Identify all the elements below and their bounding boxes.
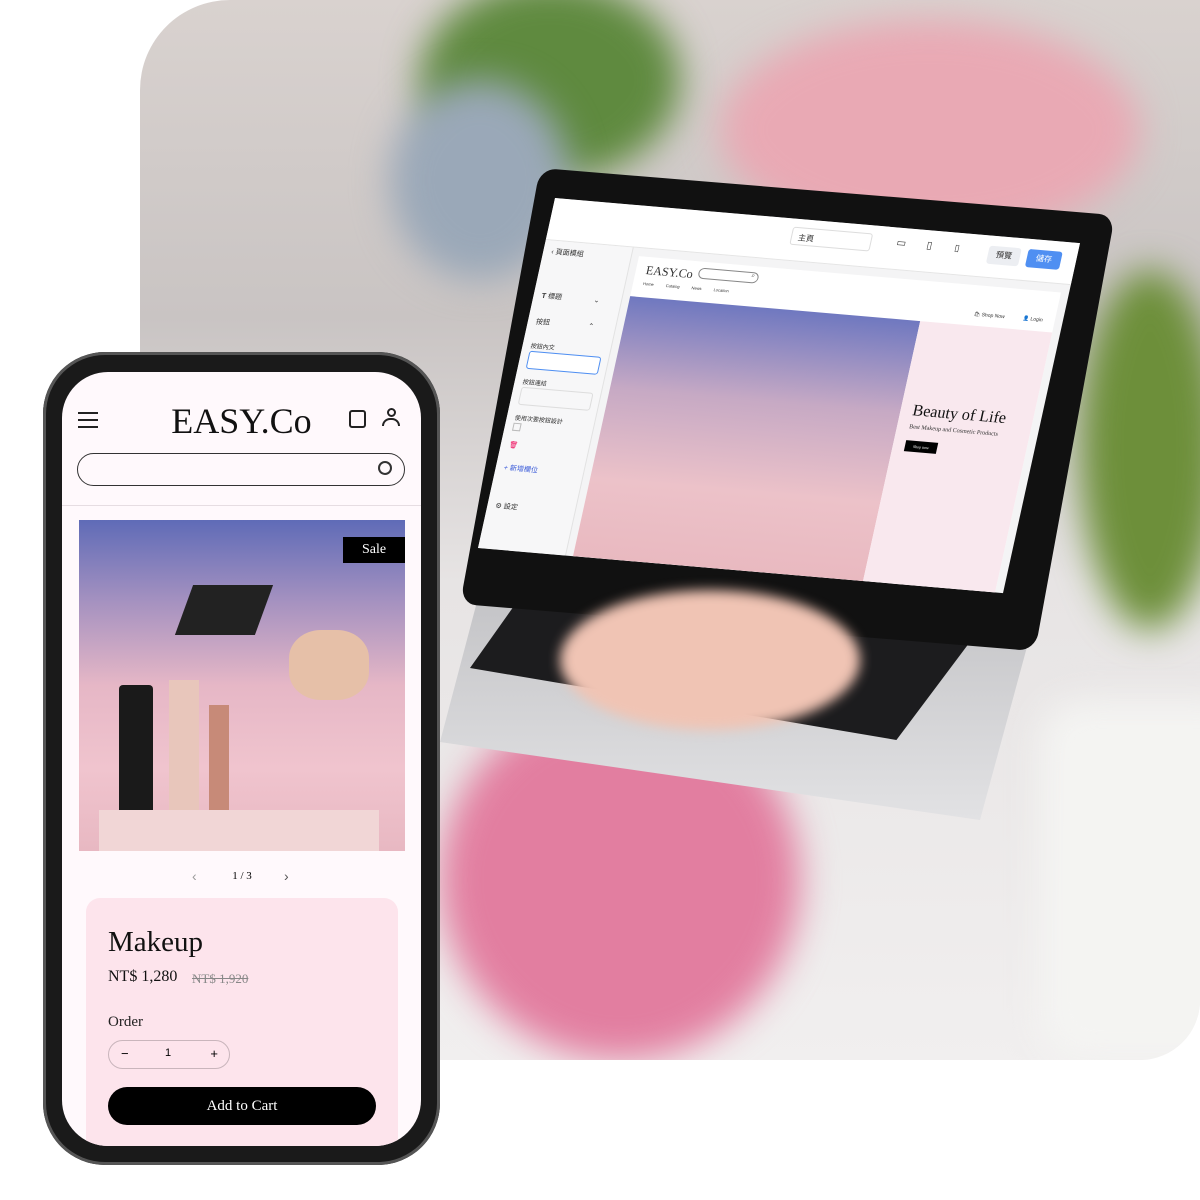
tablet-view-icon[interactable]: ▯ — [925, 240, 933, 251]
slide-counter: 1 / 3 — [232, 870, 252, 882]
save-button[interactable]: 儲存 — [1024, 248, 1063, 270]
phone-logo: EASY.Co — [171, 401, 312, 441]
mobile-view-icon[interactable]: ▯ — [953, 243, 961, 254]
product-price: NT$ 1,280 — [108, 968, 178, 985]
sidebar-item-label: 按鈕 — [535, 318, 551, 327]
mug — [1040, 700, 1200, 1060]
nav-catalog[interactable]: Catalog — [665, 283, 680, 289]
quantity-value[interactable]: 1 — [165, 1047, 171, 1059]
login-label: Login — [1029, 316, 1044, 324]
tube — [119, 685, 153, 815]
hero-title: Beauty of Life — [910, 402, 1008, 428]
shop-now-link[interactable]: 🛍 Shop Now — [973, 312, 1005, 321]
plant-right — [1080, 270, 1200, 630]
decrease-button[interactable]: − — [121, 1046, 129, 1061]
product-card: Makeup NT$ 1,280 NT$ 1,920 Order − 1 + A… — [86, 898, 398, 1146]
foundation-bottle — [169, 680, 199, 815]
site-search[interactable]: ⌕ — [697, 267, 760, 284]
secondary-style-checkbox[interactable] — [511, 422, 522, 432]
add-field-button[interactable]: + 新增欄位 — [503, 463, 539, 476]
button-text-input[interactable] — [525, 350, 602, 375]
settings-label: 設定 — [502, 503, 519, 512]
nav-news[interactable]: News — [691, 285, 702, 291]
sale-badge: Sale — [343, 537, 405, 563]
sidebar-item-label: 標題 — [547, 293, 563, 302]
compact — [174, 585, 274, 635]
increase-button[interactable]: + — [210, 1046, 218, 1061]
desktop-view-icon[interactable]: ▭ — [895, 238, 907, 250]
nav-location[interactable]: Location — [713, 287, 729, 293]
site-logo: EASY.Co — [644, 263, 695, 282]
chevron-down-icon: ⌄ — [592, 297, 601, 305]
divider — [62, 505, 421, 506]
quantity-stepper: − 1 + — [108, 1040, 230, 1069]
preview-button[interactable]: 預覽 — [985, 245, 1022, 267]
shop-now-label: Shop Now — [980, 312, 1006, 321]
sidebar-item-button[interactable]: 按鈕 ⌃ — [535, 317, 595, 332]
lipstick — [209, 705, 229, 815]
sidebar-item-title[interactable]: T 標題 ⌄ — [541, 291, 601, 306]
search-input[interactable] — [77, 453, 405, 486]
site-nav: Home Catalog News Location — [643, 281, 730, 293]
order-label: Order — [108, 1014, 143, 1030]
search-icon: ⌕ — [750, 273, 756, 280]
laptop-screen: 主頁 ▭ ▯ ▯ 預覽 儲存 ‹ 頁面模組 T 標題 ⌄ 按鈕 ⌃ 按鈕內文 按… — [478, 198, 1080, 594]
pedestal — [99, 810, 379, 851]
nav-home[interactable]: Home — [643, 281, 655, 287]
add-to-cart-button[interactable]: Add to Cart — [108, 1087, 376, 1125]
back-button[interactable]: ‹ 頁面模組 — [550, 247, 584, 260]
powder — [289, 630, 369, 700]
hero-shop-button[interactable]: Shop now — [903, 440, 939, 454]
product-image — [79, 520, 405, 851]
button-link-input[interactable] — [517, 386, 594, 411]
login-link[interactable]: 👤 Login — [1022, 316, 1043, 324]
chevron-up-icon: ⌃ — [587, 323, 595, 331]
cart-icon[interactable] — [349, 410, 366, 428]
settings-button[interactable]: ⚙ 設定 — [494, 501, 519, 513]
site-preview: EASY.Co ⌕ Home Catalog News Location 🛍 S… — [573, 256, 1061, 593]
page-select[interactable]: 主頁 — [789, 226, 874, 252]
delete-icon[interactable]: 🗑 — [508, 441, 519, 450]
back-label: 頁面模組 — [554, 249, 585, 259]
hero-image — [573, 296, 921, 582]
prev-slide-button[interactable]: ‹ — [192, 868, 197, 884]
product-title: Makeup — [108, 926, 204, 958]
hands — [560, 590, 860, 730]
account-icon[interactable] — [382, 408, 400, 430]
phone-screen: EASY.Co Sale ‹ 1 / 3 › Makeup NT$ 1,280 … — [62, 372, 421, 1146]
add-field-label: 新增欄位 — [508, 465, 539, 475]
next-slide-button[interactable]: › — [284, 868, 289, 884]
product-original-price: NT$ 1,920 — [192, 971, 249, 986]
search-icon[interactable] — [378, 461, 392, 475]
